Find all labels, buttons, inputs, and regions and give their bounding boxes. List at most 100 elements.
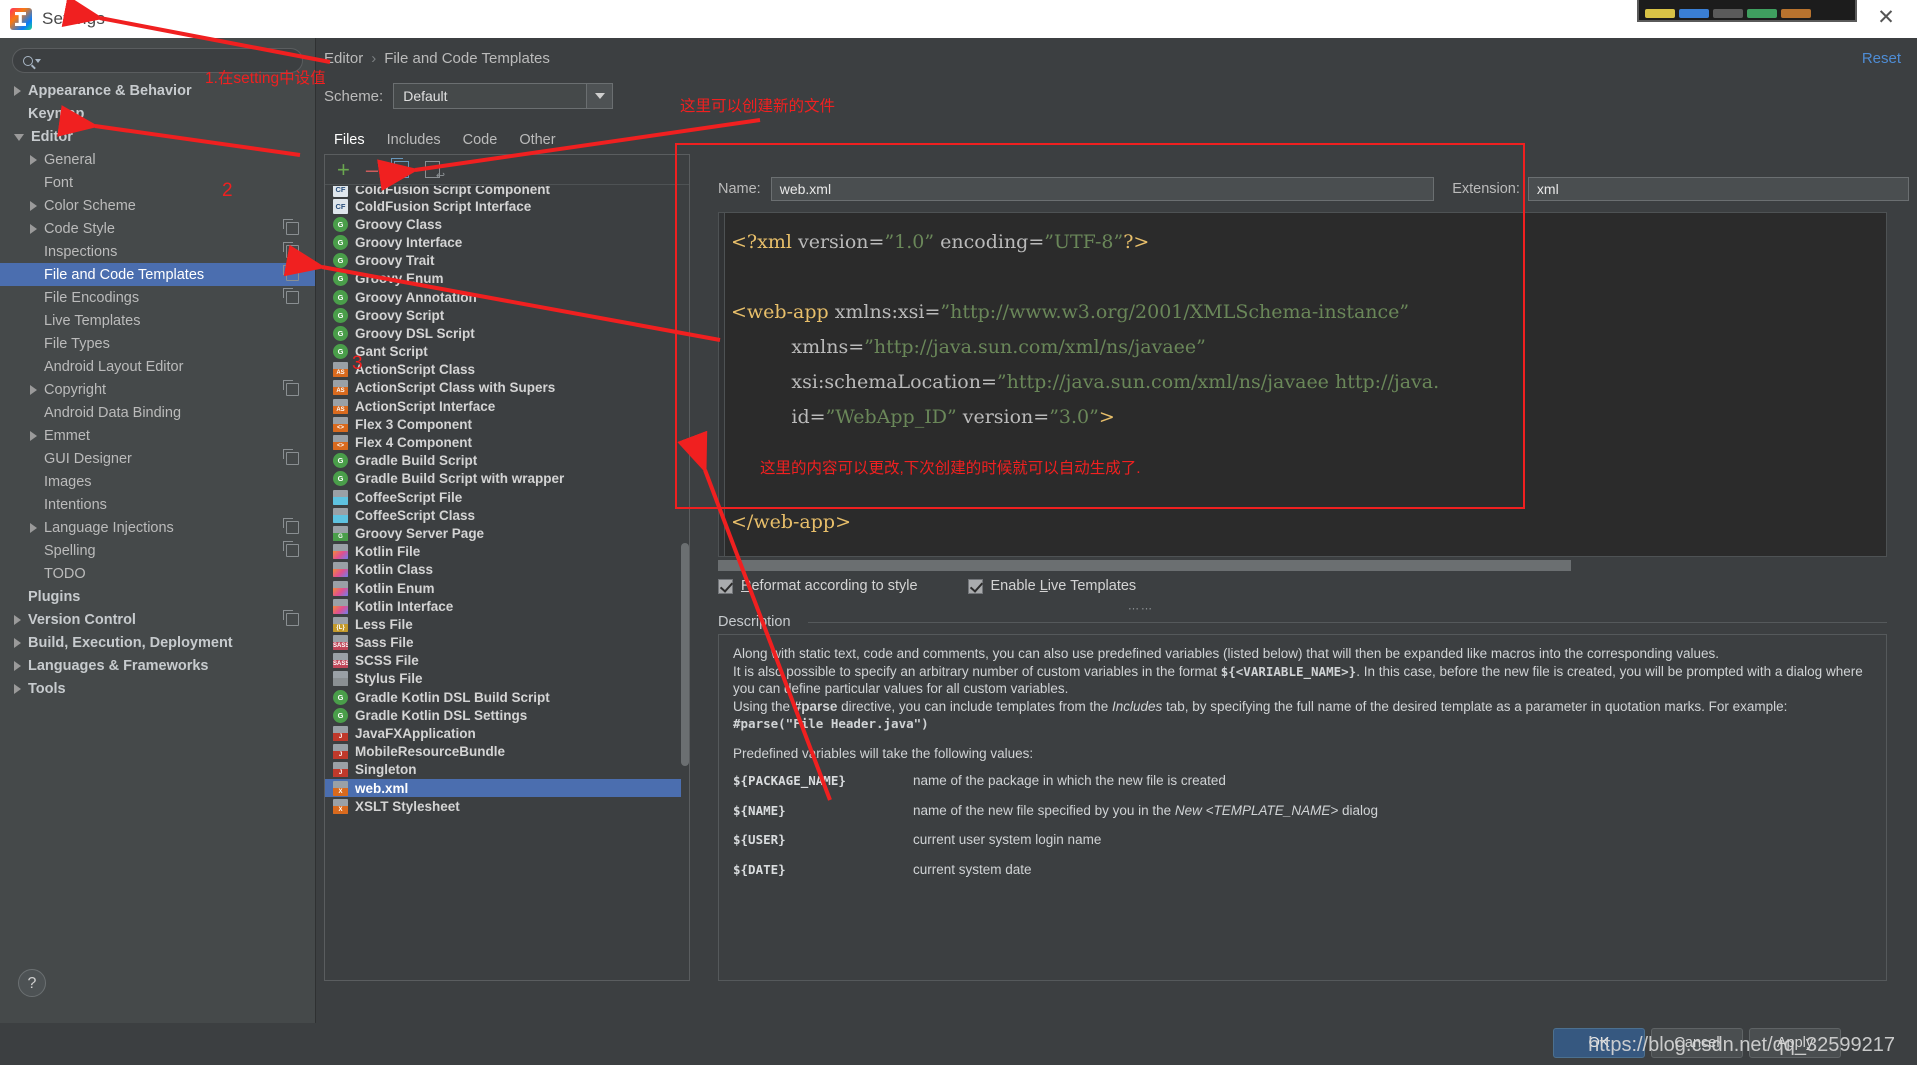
sidebar-item-appearance-behavior[interactable]: Appearance & Behavior: [0, 79, 315, 102]
code-token-str: ”http://java.sun.com/xml/ns/javaee”: [864, 336, 1206, 358]
template-list-scrollbar[interactable]: [681, 186, 689, 980]
template-list-item[interactable]: G Groovy Trait: [325, 252, 681, 270]
close-icon[interactable]: ✕: [1875, 7, 1897, 30]
plus-icon[interactable]: +: [337, 158, 350, 180]
chevron-right-icon[interactable]: [30, 522, 37, 533]
template-list-item[interactable]: AS ActionScript Class with Supers: [325, 379, 681, 397]
template-list-item[interactable]: Kotlin Class: [325, 561, 681, 579]
tab-code[interactable]: Code: [453, 128, 508, 156]
template-list-item[interactable]: Kotlin File: [325, 543, 681, 561]
chevron-right-icon[interactable]: [14, 660, 21, 671]
template-list-item[interactable]: J JavaFXApplication: [325, 724, 681, 742]
template-list-item[interactable]: J Singleton: [325, 761, 681, 779]
chevron-right-icon[interactable]: [14, 683, 21, 694]
template-list-item[interactable]: G Gant Script: [325, 343, 681, 361]
template-list-item[interactable]: G Groovy Interface: [325, 233, 681, 251]
sidebar-item-intentions[interactable]: Intentions: [0, 493, 315, 516]
sidebar-item-color-scheme[interactable]: Color Scheme: [0, 194, 315, 217]
sidebar-item-images[interactable]: Images: [0, 470, 315, 493]
sidebar-item-build-execution-deployment[interactable]: Build, Execution, Deployment: [0, 631, 315, 654]
sidebar-item-code-style[interactable]: Code Style: [0, 217, 315, 240]
template-list-item[interactable]: G Gradle Kotlin DSL Settings: [325, 706, 681, 724]
chevron-down-icon[interactable]: [14, 134, 24, 141]
sidebar-item-file-encodings[interactable]: File Encodings: [0, 286, 315, 309]
sidebar-item-gui-designer[interactable]: GUI Designer: [0, 447, 315, 470]
sidebar-item-plugins[interactable]: Plugins: [0, 585, 315, 608]
chevron-down-icon[interactable]: [586, 84, 613, 108]
template-list-item[interactable]: G Groovy DSL Script: [325, 324, 681, 342]
template-list-item[interactable]: G Groovy Script: [325, 306, 681, 324]
template-list-item[interactable]: G Gradle Kotlin DSL Build Script: [325, 688, 681, 706]
help-button[interactable]: ?: [18, 969, 46, 997]
sidebar-item-tools[interactable]: Tools: [0, 677, 315, 700]
tab-files[interactable]: Files: [324, 128, 375, 156]
template-list-item[interactable]: <> Flex 4 Component: [325, 433, 681, 451]
template-list-item[interactable]: G Groovy Annotation: [325, 288, 681, 306]
chevron-right-icon[interactable]: [30, 200, 37, 211]
chevron-right-icon[interactable]: [14, 614, 21, 625]
sidebar-item-android-data-binding[interactable]: Android Data Binding: [0, 401, 315, 424]
sidebar-item-language-injections[interactable]: Language Injections: [0, 516, 315, 539]
template-list-item[interactable]: J MobileResourceBundle: [325, 743, 681, 761]
scheme-select[interactable]: Default: [393, 83, 614, 109]
resize-grip-icon[interactable]: ⋯⋯: [1128, 602, 1154, 615]
template-list[interactable]: CF ColdFusion Script Component CF ColdFusio…: [325, 186, 681, 980]
sidebar-item-live-templates[interactable]: Live Templates: [0, 309, 315, 332]
sidebar-item-todo[interactable]: TODO: [0, 562, 315, 585]
template-list-item[interactable]: AS ActionScript Interface: [325, 397, 681, 415]
template-list-item[interactable]: Stylus File: [325, 670, 681, 688]
sidebar-item-font[interactable]: Font: [0, 171, 315, 194]
copy-icon[interactable]: [391, 158, 410, 178]
reformat-according-to-style-checkbox[interactable]: Reformat according to style: [718, 578, 918, 594]
minus-icon[interactable]: –: [366, 158, 378, 180]
template-list-item[interactable]: G Gradle Build Script: [325, 452, 681, 470]
sidebar-item-editor[interactable]: Editor: [0, 125, 315, 148]
template-list-item[interactable]: AS ActionScript Class: [325, 361, 681, 379]
search-input[interactable]: [12, 48, 303, 73]
template-list-item[interactable]: {L} Less File: [325, 615, 681, 633]
template-list-item[interactable]: G Groovy Class: [325, 215, 681, 233]
chevron-right-icon[interactable]: [30, 223, 37, 234]
enable-live-templates-checkbox[interactable]: Enable Live Templates: [967, 578, 1136, 594]
template-list-item[interactable]: CF ColdFusion Script Component: [325, 186, 681, 197]
sidebar-item-languages-frameworks[interactable]: Languages & Frameworks: [0, 654, 315, 677]
reset-link[interactable]: Reset: [1862, 50, 1901, 67]
template-list-item[interactable]: SASS Sass File: [325, 634, 681, 652]
sidebar-item-version-control[interactable]: Version Control: [0, 608, 315, 631]
template-list-item[interactable]: SASS SCSS File: [325, 652, 681, 670]
reset-template-icon[interactable]: [425, 161, 445, 182]
template-list-item[interactable]: G Gradle Build Script with wrapper: [325, 470, 681, 488]
tab-other[interactable]: Other: [509, 128, 565, 156]
template-list-item[interactable]: CoffeeScript File: [325, 488, 681, 506]
template-list-item[interactable]: X XSLT Stylesheet: [325, 797, 681, 815]
template-list-item[interactable]: G Groovy Enum: [325, 270, 681, 288]
sidebar-item-file-and-code-templates[interactable]: File and Code Templates: [0, 263, 315, 286]
sidebar-item-general[interactable]: General: [0, 148, 315, 171]
sidebar-item-android-layout-editor[interactable]: Android Layout Editor: [0, 355, 315, 378]
chevron-right-icon[interactable]: [30, 154, 37, 165]
template-code-editor[interactable]: <?xml version=”1.0” encoding=”UTF-8”?> <…: [718, 212, 1887, 557]
template-list-item-label: Groovy Interface: [355, 234, 463, 250]
sidebar-item-emmet[interactable]: Emmet: [0, 424, 315, 447]
sidebar-item-spelling[interactable]: Spelling: [0, 539, 315, 562]
sidebar-item-inspections[interactable]: Inspections: [0, 240, 315, 263]
breadcrumb-root[interactable]: Editor: [324, 50, 363, 67]
chevron-right-icon[interactable]: [30, 430, 37, 441]
chevron-right-icon[interactable]: [14, 637, 21, 648]
chevron-right-icon[interactable]: [14, 85, 21, 96]
sidebar-item-keymap[interactable]: Keymap: [0, 102, 315, 125]
template-list-item[interactable]: G Groovy Server Page: [325, 524, 681, 542]
chevron-right-icon[interactable]: [30, 384, 37, 395]
name-input[interactable]: web.xml: [770, 177, 1435, 201]
code-horizontal-scrollbar[interactable]: [718, 560, 1887, 571]
template-list-item[interactable]: Kotlin Interface: [325, 597, 681, 615]
template-list-item[interactable]: CoffeeScript Class: [325, 506, 681, 524]
sidebar-item-copyright[interactable]: Copyright: [0, 378, 315, 401]
sidebar-item-file-types[interactable]: File Types: [0, 332, 315, 355]
template-list-item[interactable]: <> Flex 3 Component: [325, 415, 681, 433]
template-list-item-selected[interactable]: Xweb.xml: [325, 779, 681, 798]
extension-input[interactable]: xml: [1527, 177, 1909, 201]
template-list-item[interactable]: Kotlin Enum: [325, 579, 681, 597]
tab-includes[interactable]: Includes: [377, 128, 451, 156]
template-list-item[interactable]: CF ColdFusion Script Interface: [325, 197, 681, 215]
